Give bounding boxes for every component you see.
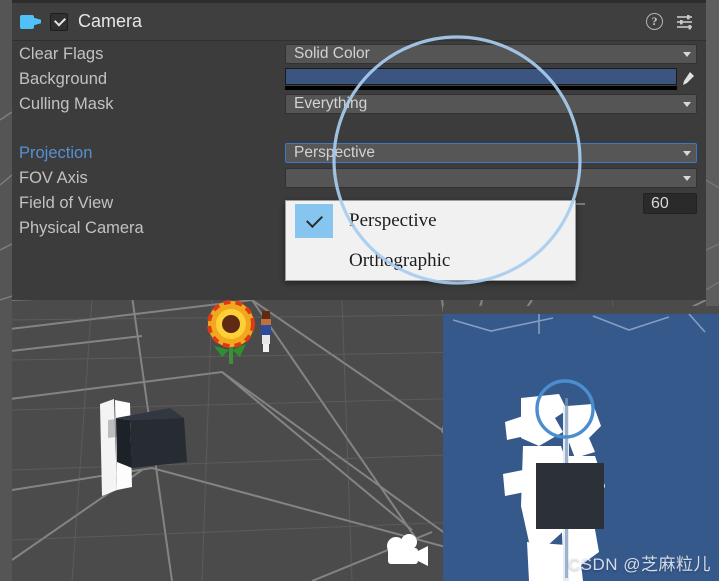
label-fov-axis: FOV Axis [19, 169, 88, 187]
scene-left-strip [0, 0, 12, 581]
dark-cube-mesh [116, 408, 187, 468]
projection-dropdown-popup[interactable]: Perspective Orthographic [285, 200, 576, 281]
checkmark-icon [295, 204, 333, 238]
popup-option-perspective[interactable]: Perspective [286, 201, 575, 241]
label-culling-mask: Culling Mask [19, 95, 114, 113]
row-clear-flags: Clear Flags Solid Color [12, 42, 706, 67]
chevron-down-icon [683, 176, 691, 181]
row-spacer [12, 117, 706, 141]
game-preview-render [443, 306, 719, 581]
label-background: Background [19, 70, 108, 88]
video-camera-icon [20, 14, 42, 30]
dropdown-clear-flags-value: Solid Color [294, 45, 370, 62]
color-field-background[interactable] [285, 68, 697, 90]
help-question-icon: ? [646, 12, 663, 30]
component-enabled-checkbox[interactable] [50, 12, 68, 31]
csdn-watermark: CSDN @芝麻粒儿 [567, 555, 711, 574]
dark-square-sprite [536, 463, 604, 529]
label-field-of-view: Field of View [19, 194, 114, 212]
popup-option-orthographic[interactable]: Orthographic [286, 241, 575, 281]
dropdown-culling-mask[interactable]: Everything [285, 94, 697, 114]
dropdown-culling-mask-value: Everything [294, 95, 368, 112]
eyedropper-icon[interactable] [681, 71, 695, 87]
dropdown-projection-value: Perspective [294, 144, 375, 161]
popup-option-perspective-label: Perspective [349, 210, 437, 231]
label-physical-camera: Physical Camera [19, 219, 144, 237]
unity-editor-window: CSDN @芝麻粒儿 Camera ? Clear Flags Solid Co… [0, 0, 719, 581]
popup-option-orthographic-label: Orthographic [349, 250, 451, 271]
component-title: Camera [78, 11, 143, 31]
dropdown-fov-axis[interactable] [285, 168, 697, 188]
game-preview[interactable]: CSDN @芝麻粒儿 [443, 306, 719, 581]
background-color-swatch[interactable] [285, 68, 677, 85]
preset-settings-button[interactable] [674, 11, 696, 33]
field-of-view-input[interactable]: 60 [643, 193, 697, 214]
row-fov-axis: FOV Axis [12, 166, 706, 191]
background-alpha-bar [285, 86, 677, 90]
help-button[interactable]: ? [644, 11, 666, 33]
camera-component-header: Camera ? [12, 3, 706, 41]
character-sprite [261, 311, 271, 352]
label-projection: Projection [19, 144, 93, 162]
dropdown-clear-flags[interactable]: Solid Color [285, 44, 697, 64]
dropdown-projection[interactable]: Perspective [285, 143, 697, 163]
preset-settings-sliders-icon [677, 14, 692, 29]
row-culling-mask: Culling Mask Everything [12, 92, 706, 117]
chevron-down-icon [683, 52, 691, 57]
chevron-down-icon [683, 151, 691, 156]
row-background: Background [12, 67, 706, 92]
row-projection: Projection Perspective [12, 141, 706, 166]
left-strip-grid-icon [0, 111, 12, 301]
label-clear-flags: Clear Flags [19, 45, 104, 63]
chevron-down-icon [683, 102, 691, 107]
